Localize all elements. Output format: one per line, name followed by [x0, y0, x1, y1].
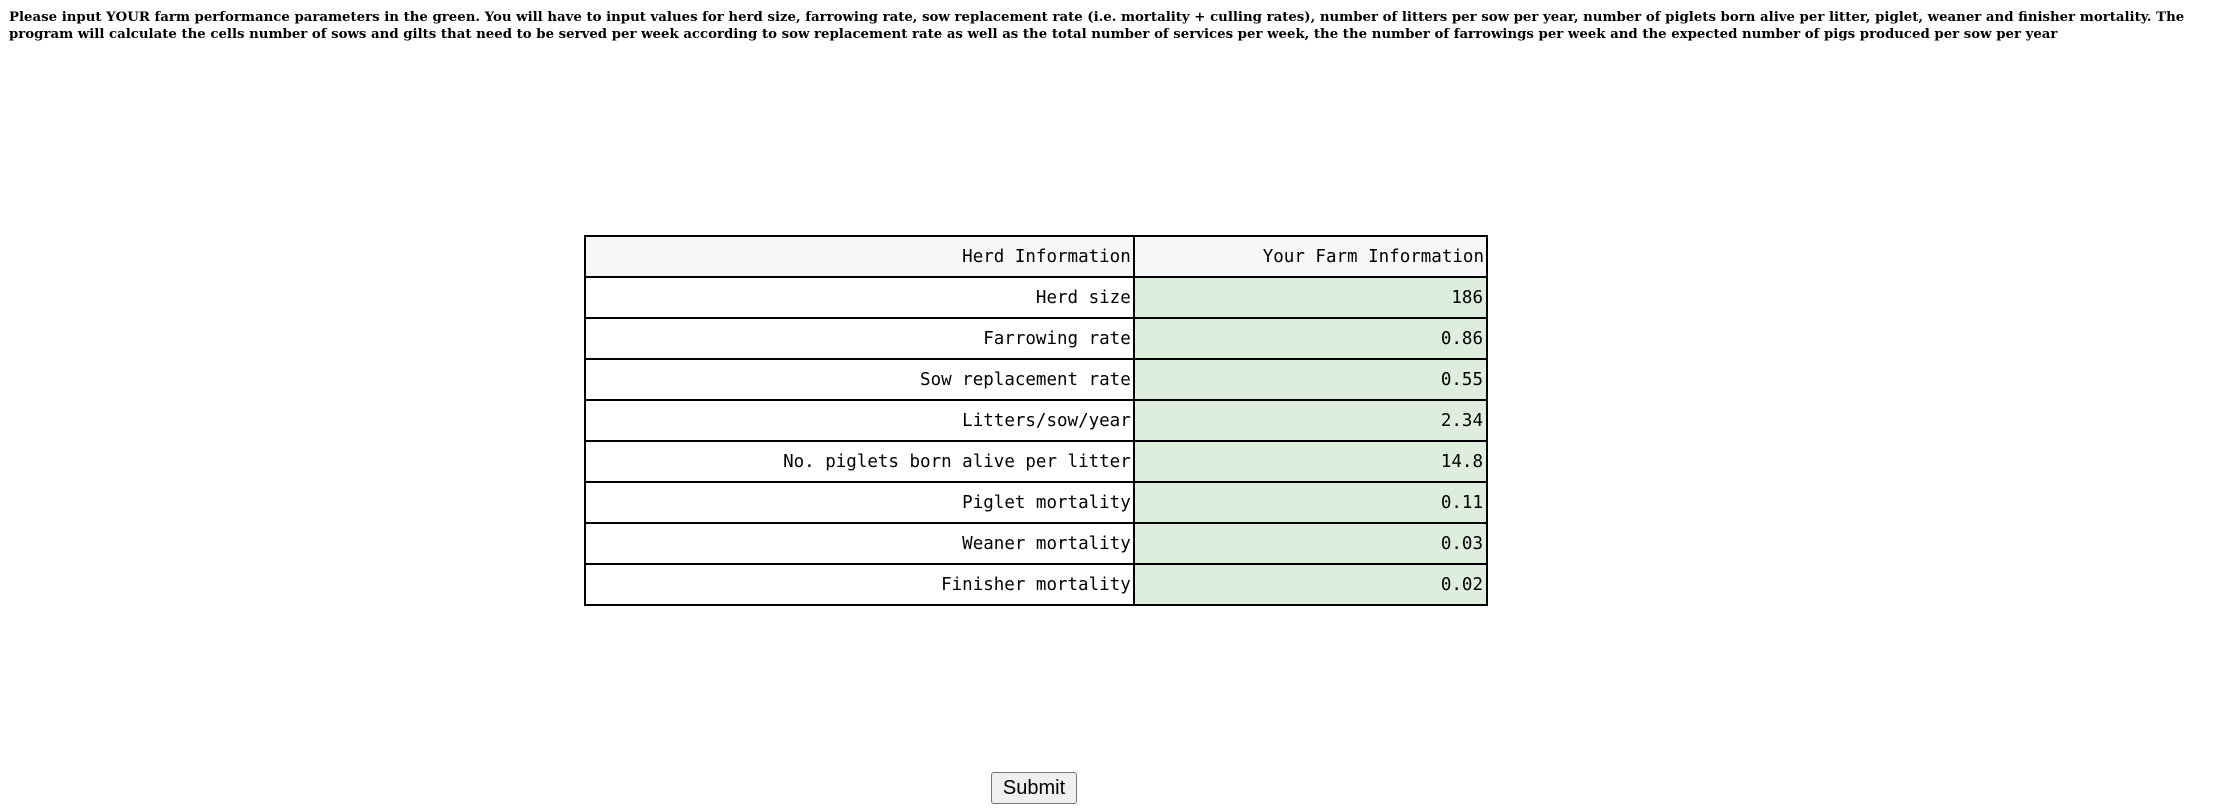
weaner-mortality-input[interactable] [1134, 524, 1486, 563]
table-header-row: Herd Information Your Farm Information [584, 235, 1489, 278]
sow-replacement-rate-cell [1132, 358, 1489, 401]
row-label-herd-size: Herd size [584, 276, 1135, 319]
piglets-born-alive-cell [1132, 440, 1489, 483]
herd-size-cell [1132, 276, 1489, 319]
row-label-piglet-mortality: Piglet mortality [584, 481, 1135, 524]
piglets-born-alive-input[interactable] [1134, 442, 1486, 481]
table-row: Piglet mortality [584, 481, 1489, 524]
table-row: Litters/sow/year [584, 399, 1489, 442]
row-label-weaner-mortality: Weaner mortality [584, 522, 1135, 565]
piglet-mortality-input[interactable] [1134, 483, 1486, 522]
header-your-farm-information: Your Farm Information [1132, 235, 1489, 278]
row-label-piglets-born-alive: No. piglets born alive per litter [584, 440, 1135, 483]
farrowing-rate-input[interactable] [1134, 319, 1486, 358]
row-label-finisher-mortality: Finisher mortality [584, 563, 1135, 606]
weaner-mortality-cell [1132, 522, 1489, 565]
table-row: Finisher mortality [584, 563, 1489, 606]
table-row: Farrowing rate [584, 317, 1489, 360]
litters-per-sow-per-year-cell [1132, 399, 1489, 442]
instructions-text: Please input YOUR farm performance param… [9, 10, 2185, 42]
row-label-litters-per-sow-per-year: Litters/sow/year [584, 399, 1135, 442]
row-label-farrowing-rate: Farrowing rate [584, 317, 1135, 360]
farrowing-rate-cell [1132, 317, 1489, 360]
table-row: Weaner mortality [584, 522, 1489, 565]
herd-size-input[interactable] [1134, 278, 1486, 317]
submit-button[interactable]: Submit [991, 772, 1077, 804]
sow-replacement-rate-input[interactable] [1134, 360, 1486, 399]
finisher-mortality-input[interactable] [1134, 565, 1486, 604]
table-row: Sow replacement rate [584, 358, 1489, 401]
row-label-sow-replacement-rate: Sow replacement rate [584, 358, 1135, 401]
finisher-mortality-cell [1132, 563, 1489, 606]
farm-parameters-table: Herd Information Your Farm Information H… [584, 235, 1489, 606]
table-row: No. piglets born alive per litter [584, 440, 1489, 483]
litters-per-sow-per-year-input[interactable] [1134, 401, 1486, 440]
piglet-mortality-cell [1132, 481, 1489, 524]
table-row: Herd size [584, 276, 1489, 319]
header-herd-information: Herd Information [584, 235, 1135, 278]
